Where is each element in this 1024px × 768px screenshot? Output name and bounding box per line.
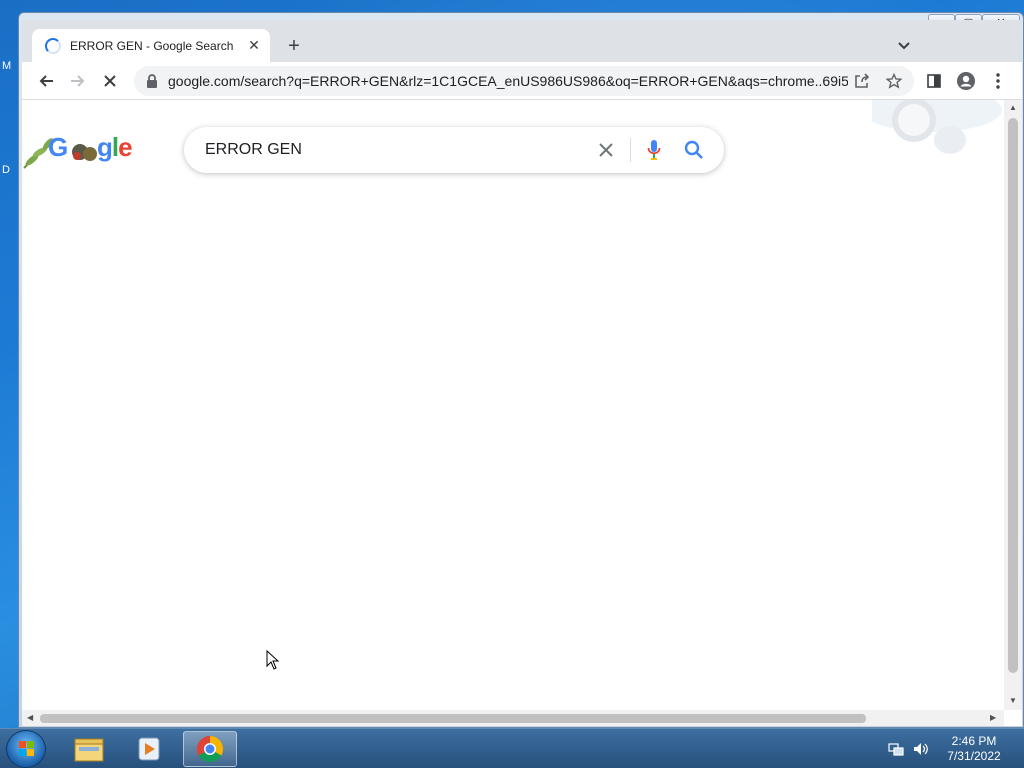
- chrome-icon: [196, 735, 224, 763]
- page-content: Google ERROR GEN: [22, 100, 1004, 710]
- chrome-browser: ERROR GEN - Google Search ✕ + google.com…: [22, 20, 1022, 726]
- clock-time: 2:46 PM: [951, 734, 997, 748]
- bookmark-star-icon[interactable]: [882, 69, 906, 93]
- close-icon: [104, 75, 116, 87]
- media-player-icon: [138, 737, 160, 761]
- horizontal-scroll-thumb[interactable]: [40, 714, 866, 723]
- browser-toolbar: google.com/search?q=ERROR+GEN&rlz=1C1GCE…: [22, 62, 1022, 100]
- kebab-menu-icon: [996, 73, 1000, 89]
- tab-search-button[interactable]: [892, 34, 916, 58]
- share-icon[interactable]: [850, 69, 874, 93]
- system-tray: [888, 737, 930, 761]
- profile-button[interactable]: [952, 67, 980, 95]
- lock-icon[interactable]: [146, 74, 160, 88]
- windows-logo-icon: [19, 741, 34, 756]
- side-panel-button[interactable]: [920, 67, 948, 95]
- volume-icon[interactable]: [912, 741, 930, 757]
- stop-loading-button[interactable]: [96, 67, 124, 95]
- menu-button[interactable]: [984, 67, 1012, 95]
- search-input[interactable]: ERROR GEN: [205, 141, 585, 159]
- microphone-icon[interactable]: [642, 138, 666, 162]
- vertical-scrollbar[interactable]: ▲ ▼: [1004, 100, 1022, 710]
- start-button[interactable]: [6, 730, 46, 768]
- tab-close-icon[interactable]: ✕: [246, 37, 262, 53]
- scroll-down-arrow-icon[interactable]: ▼: [1009, 696, 1017, 705]
- network-icon[interactable]: [888, 741, 904, 757]
- taskbar-media-player[interactable]: [122, 731, 176, 767]
- horizontal-scrollbar[interactable]: ◀ ▶: [22, 710, 1004, 726]
- tab-strip: ERROR GEN - Google Search ✕ +: [22, 20, 1022, 62]
- scroll-up-arrow-icon[interactable]: ▲: [1009, 103, 1017, 112]
- scroll-right-arrow-icon[interactable]: ▶: [990, 713, 996, 722]
- desktop-icon-label[interactable]: M: [2, 60, 11, 72]
- clear-search-icon[interactable]: [594, 138, 618, 162]
- logo-text: Google: [48, 132, 133, 162]
- clock-date: 7/31/2022: [947, 749, 1001, 763]
- back-button[interactable]: [32, 67, 60, 95]
- search-icon[interactable]: [682, 138, 706, 162]
- address-bar[interactable]: google.com/search?q=ERROR+GEN&rlz=1C1GCE…: [134, 66, 914, 96]
- new-tab-button[interactable]: +: [282, 34, 306, 58]
- forward-button[interactable]: [64, 67, 92, 95]
- google-doodle-logo[interactable]: Google: [22, 130, 142, 174]
- chevron-down-icon: [898, 42, 910, 50]
- forward-arrow-icon: [71, 75, 85, 87]
- taskbar-explorer[interactable]: [62, 731, 116, 767]
- mouse-cursor-icon: [266, 650, 280, 670]
- search-box[interactable]: ERROR GEN: [184, 127, 724, 173]
- url-text[interactable]: google.com/search?q=ERROR+GEN&rlz=1C1GCE…: [168, 73, 848, 89]
- taskbar-clock[interactable]: 2:46 PM 7/31/2022: [936, 734, 1012, 764]
- search-divider: [630, 138, 631, 162]
- avatar-icon: [957, 72, 975, 90]
- tab-title: ERROR GEN - Google Search: [70, 38, 234, 53]
- browser-tab[interactable]: ERROR GEN - Google Search ✕: [32, 29, 270, 62]
- scroll-left-arrow-icon[interactable]: ◀: [27, 713, 33, 722]
- desktop-icon-label[interactable]: D: [2, 164, 10, 176]
- back-arrow-icon: [39, 75, 53, 87]
- taskbar-chrome[interactable]: [183, 731, 237, 767]
- corner-decoration: [862, 100, 1004, 160]
- folder-icon: [74, 738, 104, 762]
- taskbar: 2:46 PM 7/31/2022: [0, 728, 1024, 768]
- side-panel-icon: [927, 74, 941, 88]
- loading-spinner-icon: [45, 37, 61, 54]
- vertical-scroll-thumb[interactable]: [1008, 118, 1018, 673]
